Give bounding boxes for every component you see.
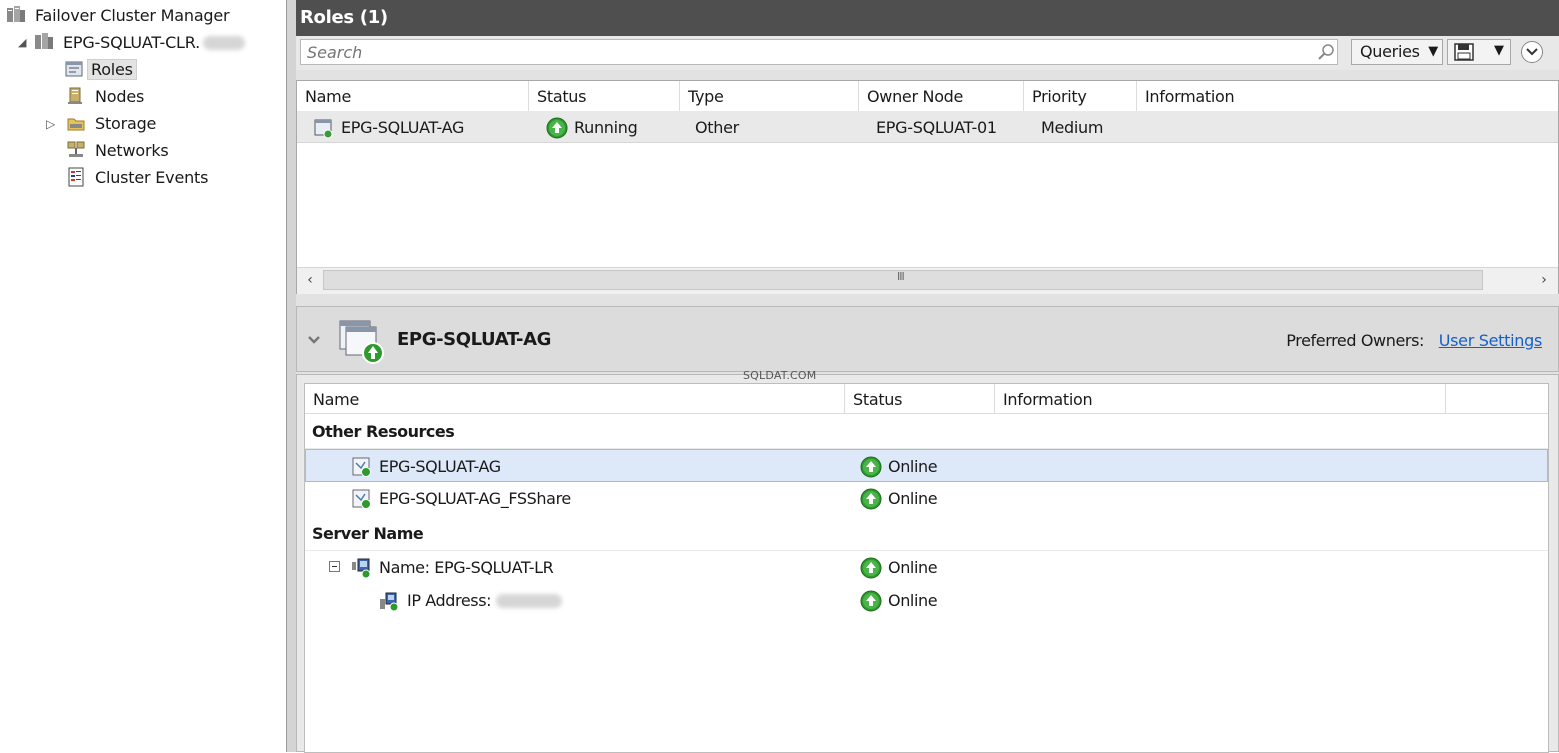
watermark: SQLDAT.COM (743, 369, 817, 382)
tree-root-label: Failover Cluster Manager (35, 6, 230, 25)
chevron-down-icon (1526, 48, 1538, 56)
cluster-manager-icon (7, 6, 25, 22)
column-header-information[interactable]: Information (1137, 81, 1558, 111)
column-header-status[interactable]: Status (845, 384, 995, 414)
save-icon (1454, 43, 1474, 61)
tree-item-roles[interactable]: Roles (64, 58, 137, 82)
server-name-icon (352, 558, 371, 579)
resource-name: EPG-SQLUAT-AG_FSShare (379, 489, 571, 508)
resources-panel: SQLDAT.COM Name Status Information Other… (296, 369, 1559, 753)
search-input[interactable] (300, 39, 1338, 65)
networks-icon (67, 141, 85, 157)
group-header-other-resources: Other Resources (305, 415, 1548, 449)
running-status-icon (546, 117, 568, 139)
collapse-minus-icon[interactable] (329, 561, 340, 572)
table-row[interactable]: EPG-SQLUAT-AG Running Other EPG-SQLUAT-0… (297, 111, 1558, 143)
detail-title: EPG-SQLUAT-AG (397, 329, 552, 350)
tree-item-label: Cluster Events (95, 168, 209, 187)
column-header-empty (1446, 384, 1548, 414)
resource-status: Online (888, 489, 938, 508)
resource-icon (352, 489, 371, 509)
user-settings-link[interactable]: User Settings (1439, 331, 1543, 350)
resource-row[interactable]: IP Address: Online (305, 584, 1548, 617)
roles-icon (65, 61, 83, 77)
tree-item-label: Storage (95, 114, 157, 133)
online-status-icon (860, 557, 882, 579)
role-icon (314, 119, 333, 139)
queries-button[interactable]: Queries ▼ (1351, 39, 1443, 65)
resource-status: Online (888, 591, 938, 610)
column-header-status[interactable]: Status (529, 81, 680, 111)
online-status-icon (860, 456, 882, 478)
collapse-chevron-icon[interactable] (307, 334, 321, 346)
tree-cluster-node[interactable]: ◢ EPG-SQLUAT-CLR. (18, 31, 246, 55)
group-header-server-name: Server Name (305, 517, 1548, 551)
queries-label: Queries (1360, 42, 1420, 61)
cluster-icon (35, 33, 53, 49)
search-toolbar: Queries ▼ ▼ (296, 36, 1559, 70)
ip-address-icon (380, 592, 399, 612)
resource-row[interactable]: Name: EPG-SQLUAT-LR Online (305, 551, 1548, 584)
tree-item-nodes[interactable]: Nodes (66, 85, 147, 109)
navigation-tree: Failover Cluster Manager ◢ EPG-SQLUAT-CL… (0, 0, 287, 752)
column-header-owner-node[interactable]: Owner Node (859, 81, 1024, 111)
role-owner-node: EPG-SQLUAT-01 (876, 118, 997, 137)
expand-toolbar-button[interactable] (1521, 41, 1543, 63)
nodes-icon (68, 87, 82, 104)
resource-status: Online (888, 558, 938, 577)
resource-row[interactable]: EPG-SQLUAT-AG Online (305, 449, 1548, 482)
collapse-arrow-icon[interactable]: ◢ (18, 31, 26, 55)
column-header-information[interactable]: Information (995, 384, 1446, 414)
online-status-icon (860, 488, 882, 510)
role-type: Other (695, 118, 739, 137)
save-query-button[interactable]: ▼ (1447, 39, 1511, 65)
resources-table: Name Status Information Other Resources … (304, 383, 1549, 753)
scroll-left-icon[interactable]: ‹ (299, 270, 321, 290)
resource-icon (352, 457, 371, 477)
redacted-ip-address (495, 594, 562, 608)
scrollbar-grip: III (897, 270, 905, 283)
resource-name: IP Address: (407, 591, 492, 610)
detail-header: EPG-SQLUAT-AG Preferred Owners: User Set… (296, 306, 1559, 372)
dropdown-arrow-icon: ▼ (1494, 43, 1504, 58)
column-header-type[interactable]: Type (680, 81, 859, 111)
preferred-owners-label: Preferred Owners: (1286, 331, 1424, 350)
search-icon[interactable] (1316, 42, 1336, 62)
resource-name: EPG-SQLUAT-AG (379, 457, 501, 476)
online-status-icon (860, 590, 882, 612)
role-large-icon (339, 320, 384, 364)
dropdown-arrow-icon: ▼ (1428, 44, 1438, 59)
column-header-name[interactable]: Name (297, 81, 529, 111)
resource-row[interactable]: EPG-SQLUAT-AG_FSShare Online (305, 482, 1548, 515)
resource-status: Online (888, 457, 938, 476)
cluster-name-label: EPG-SQLUAT-CLR. (63, 33, 201, 52)
resource-name: Name: EPG-SQLUAT-LR (379, 558, 554, 577)
tree-item-label: Networks (95, 141, 169, 160)
cluster-events-icon (68, 167, 84, 187)
roles-title: Roles (1) (300, 7, 388, 28)
storage-icon (67, 118, 85, 131)
roles-list: Name Status Type Owner Node Priority Inf… (296, 80, 1559, 294)
scroll-right-icon[interactable]: › (1533, 270, 1555, 290)
redacted-domain (203, 36, 246, 50)
roles-panel: Roles (1) Queries ▼ ▼ Name Status Type O… (296, 0, 1559, 753)
tree-item-label: Roles (87, 59, 137, 80)
role-status: Running (574, 118, 638, 137)
tree-item-cluster-events[interactable]: Cluster Events (66, 166, 211, 190)
tree-root-failover-cluster-manager[interactable]: Failover Cluster Manager (6, 4, 232, 28)
role-name: EPG-SQLUAT-AG (341, 118, 465, 137)
tree-item-label: Nodes (95, 87, 145, 106)
role-priority: Medium (1041, 118, 1104, 137)
column-header-priority[interactable]: Priority (1024, 81, 1137, 111)
expand-arrow-icon[interactable]: ▷ (46, 112, 55, 136)
column-header-name[interactable]: Name (305, 384, 845, 414)
horizontal-scrollbar[interactable]: ‹ III › (297, 267, 1558, 294)
roles-header: Roles (1) (296, 0, 1559, 36)
tree-item-storage[interactable]: ▷ Storage (46, 112, 159, 136)
tree-item-networks[interactable]: Networks (66, 139, 172, 163)
